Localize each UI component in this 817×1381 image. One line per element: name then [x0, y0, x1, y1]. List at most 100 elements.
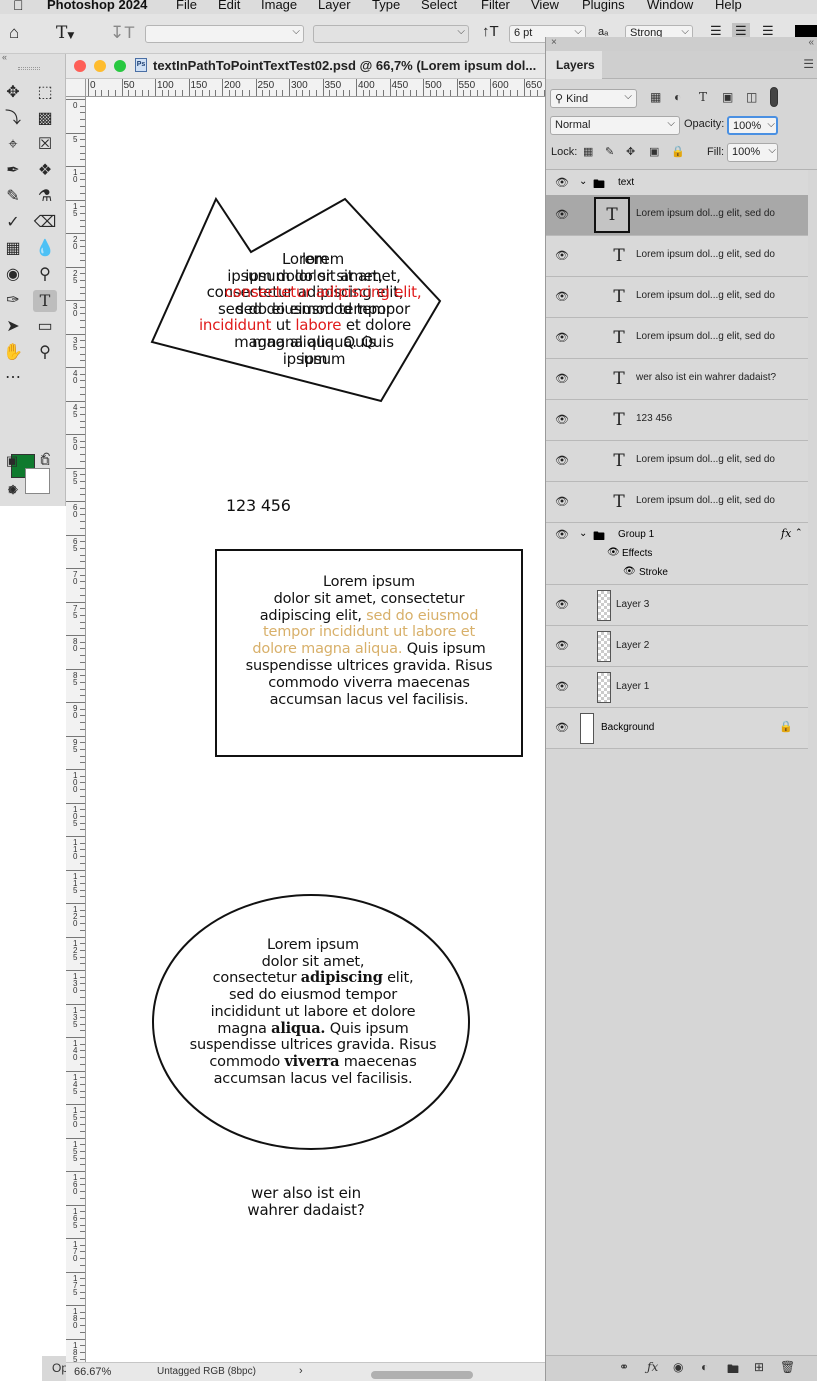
layer-row[interactable]: 👁 T Lorem ipsum dol...g elit, sed do: [546, 195, 808, 236]
menu-edit[interactable]: Edit: [218, 0, 240, 12]
lock-position-icon[interactable]: ✥: [626, 145, 635, 158]
healing-tool-icon[interactable]: ❖: [33, 160, 57, 182]
layer-row[interactable]: 👁 Layer 2: [546, 626, 808, 667]
group-text-row[interactable]: 👁 ⌄ 🖿 text: [546, 170, 808, 196]
visibility-eye-icon[interactable]: 👁: [555, 495, 569, 508]
visibility-eye-icon[interactable]: 👁: [555, 528, 569, 541]
quick-mask-icon[interactable]: ▣: [0, 450, 24, 472]
menu-window[interactable]: Window: [647, 0, 693, 12]
blend-mode-select[interactable]: Normal ⌵: [550, 116, 680, 135]
smudge-tool-icon[interactable]: ⚲: [33, 264, 57, 286]
move-tool-icon[interactable]: ✥: [1, 82, 25, 104]
visibility-eye-icon[interactable]: 👁: [555, 331, 569, 344]
filter-type-icon[interactable]: T: [699, 90, 707, 104]
text-orientation-icon[interactable]: ↧T: [110, 23, 135, 43]
visibility-eye-icon[interactable]: 👁: [555, 598, 569, 611]
layer-row[interactable]: 👁 T Lorem ipsum dol...g elit, sed do: [546, 482, 808, 523]
filter-shape-icon[interactable]: ▣: [722, 90, 733, 104]
visibility-eye-icon[interactable]: 👁: [555, 413, 569, 426]
menu-filter[interactable]: Filter: [481, 0, 510, 12]
document-tab[interactable]: Ps textInPathToPointTextTest02.psd @ 66,…: [66, 54, 545, 79]
visibility-eye-icon[interactable]: 👁: [555, 249, 569, 262]
dodge-tool-icon[interactable]: ◉: [1, 264, 25, 286]
visibility-eye-icon[interactable]: 👁: [555, 680, 569, 693]
object-select-tool-icon[interactable]: ▩: [33, 108, 57, 130]
panel-collapse-icon[interactable]: «: [808, 37, 814, 48]
more-tools-icon[interactable]: ⋯: [1, 367, 25, 389]
menu-image[interactable]: Image: [261, 0, 297, 12]
type-tool-icon[interactable]: T: [33, 290, 57, 312]
visibility-eye-icon[interactable]: 👁: [555, 290, 569, 303]
lasso-tool-icon[interactable]: ⤵: [1, 108, 25, 130]
marquee-tool-icon[interactable]: ⬚: [33, 82, 57, 104]
add-mask-icon[interactable]: ◉: [673, 1360, 683, 1374]
stamp-tool-icon[interactable]: ⚗: [33, 186, 57, 208]
new-group-icon[interactable]: 🖿: [727, 1360, 739, 1381]
color-profile[interactable]: Untagged RGB (8bpc): [157, 1366, 256, 1377]
delete-layer-icon[interactable]: 🗑: [780, 1360, 795, 1374]
lock-transparent-icon[interactable]: ▦: [583, 145, 593, 158]
group-expand-chevron-icon[interactable]: ⌄: [579, 176, 587, 187]
horizontal-scrollbar[interactable]: [371, 1371, 473, 1379]
layer-row[interactable]: 👁 T Lorem ipsum dol...g elit, sed do: [546, 236, 808, 277]
new-layer-icon[interactable]: ⊞: [754, 1360, 764, 1374]
fill-input[interactable]: 100% ⌵: [727, 143, 778, 162]
menu-file[interactable]: File: [176, 0, 197, 12]
minimize-window-icon[interactable]: [94, 60, 106, 72]
filter-smart-object-icon[interactable]: ◫: [746, 90, 757, 104]
filter-kind-select[interactable]: ⚲ Kind ⌵: [550, 89, 637, 108]
lock-all-icon[interactable]: 🔒: [671, 145, 685, 158]
lock-artboard-icon[interactable]: ▣: [649, 145, 659, 158]
panel-close-icon[interactable]: ×: [551, 37, 557, 48]
type-tool-preset-icon[interactable]: T▼: [56, 23, 74, 43]
group-1-row[interactable]: 👁 ⌄ 🖿 Group 1 fx ⌃ 👁 Effects 👁 Stroke: [546, 523, 808, 585]
eyedropper-tool-icon[interactable]: ✒: [1, 160, 25, 182]
menu-view[interactable]: View: [531, 0, 559, 12]
polygon-text-b[interactable]: lorem ipsum dolor sit amet, consectetur …: [178, 251, 468, 367]
layer-row[interactable]: 👁 T Lorem ipsum dol...g elit, sed do: [546, 277, 808, 318]
fx-collapse-icon[interactable]: ⌃: [795, 527, 803, 538]
pen-tool-icon[interactable]: ✑: [1, 290, 25, 312]
background-layer-row[interactable]: 👁 Background 🔒: [546, 708, 808, 749]
layer-row[interactable]: 👁 T wer also ist ein wahrer dadaist?: [546, 359, 808, 400]
screen-mode-icon[interactable]: ⧉: [33, 450, 57, 472]
visibility-eye-icon[interactable]: 👁: [555, 176, 569, 189]
app-menu[interactable]: Photoshop 2024: [47, 0, 147, 12]
hand-tool-icon[interactable]: ✋: [1, 342, 25, 364]
history-brush-tool-icon[interactable]: ✓: [1, 212, 25, 234]
zoom-level[interactable]: 66.67%: [74, 1366, 111, 1378]
menu-layer[interactable]: Layer: [318, 0, 351, 12]
status-chevron-icon[interactable]: ›: [299, 1365, 303, 1377]
point-text-dadaist[interactable]: wer also ist ein wahrer dadaist?: [236, 1185, 376, 1219]
point-text-123-456[interactable]: 123 456: [226, 496, 326, 515]
collapse-icon[interactable]: «: [2, 52, 7, 62]
close-window-icon[interactable]: [74, 60, 86, 72]
layer-row[interactable]: 👁 T 123 456: [546, 400, 808, 441]
toolbar-grip[interactable]: [18, 67, 40, 70]
layer-row[interactable]: 👁 T Lorem ipsum dol...g elit, sed do: [546, 441, 808, 482]
visibility-eye-icon[interactable]: 👁: [555, 454, 569, 467]
frame-tool-icon[interactable]: ☒: [33, 134, 57, 156]
group-expand-chevron-icon[interactable]: ⌄: [579, 528, 587, 539]
apple-icon[interactable]: : [13, 0, 24, 13]
rectangle-text[interactable]: Lorem ipsum dolor sit amet, consectetur …: [226, 574, 512, 708]
ellipse-text[interactable]: Lorem ipsum dolor sit amet, consectetur …: [168, 937, 458, 1087]
lock-pixels-icon[interactable]: ✎: [605, 145, 614, 158]
menu-help[interactable]: Help: [715, 0, 742, 12]
visibility-eye-icon[interactable]: 👁: [555, 721, 569, 734]
filter-pixel-icon[interactable]: ▦: [650, 90, 661, 104]
zoom-tool-icon[interactable]: ⚲: [33, 342, 57, 364]
menu-plugins[interactable]: Plugins: [582, 0, 625, 12]
rectangle-tool-icon[interactable]: ▭: [33, 316, 57, 338]
vertical-ruler[interactable]: 0 5 10 15 20 25 30 35 40 45 50 55 60 65 70 75 80 85 90 95 10…: [66, 97, 86, 1362]
crop-tool-icon[interactable]: ⌖: [1, 134, 25, 156]
zoom-window-icon[interactable]: [114, 60, 126, 72]
visibility-eye-icon[interactable]: 👁: [555, 372, 569, 385]
generative-icon[interactable]: ◈: [1, 478, 25, 500]
eraser-tool-icon[interactable]: ⌫: [33, 212, 57, 234]
blur-tool-icon[interactable]: 💧: [33, 238, 57, 260]
link-layers-icon[interactable]: ⚭: [619, 1360, 629, 1374]
filter-toggle[interactable]: [770, 87, 778, 107]
stroke-eye-icon[interactable]: 👁: [623, 566, 636, 577]
menu-select[interactable]: Select: [421, 0, 457, 12]
